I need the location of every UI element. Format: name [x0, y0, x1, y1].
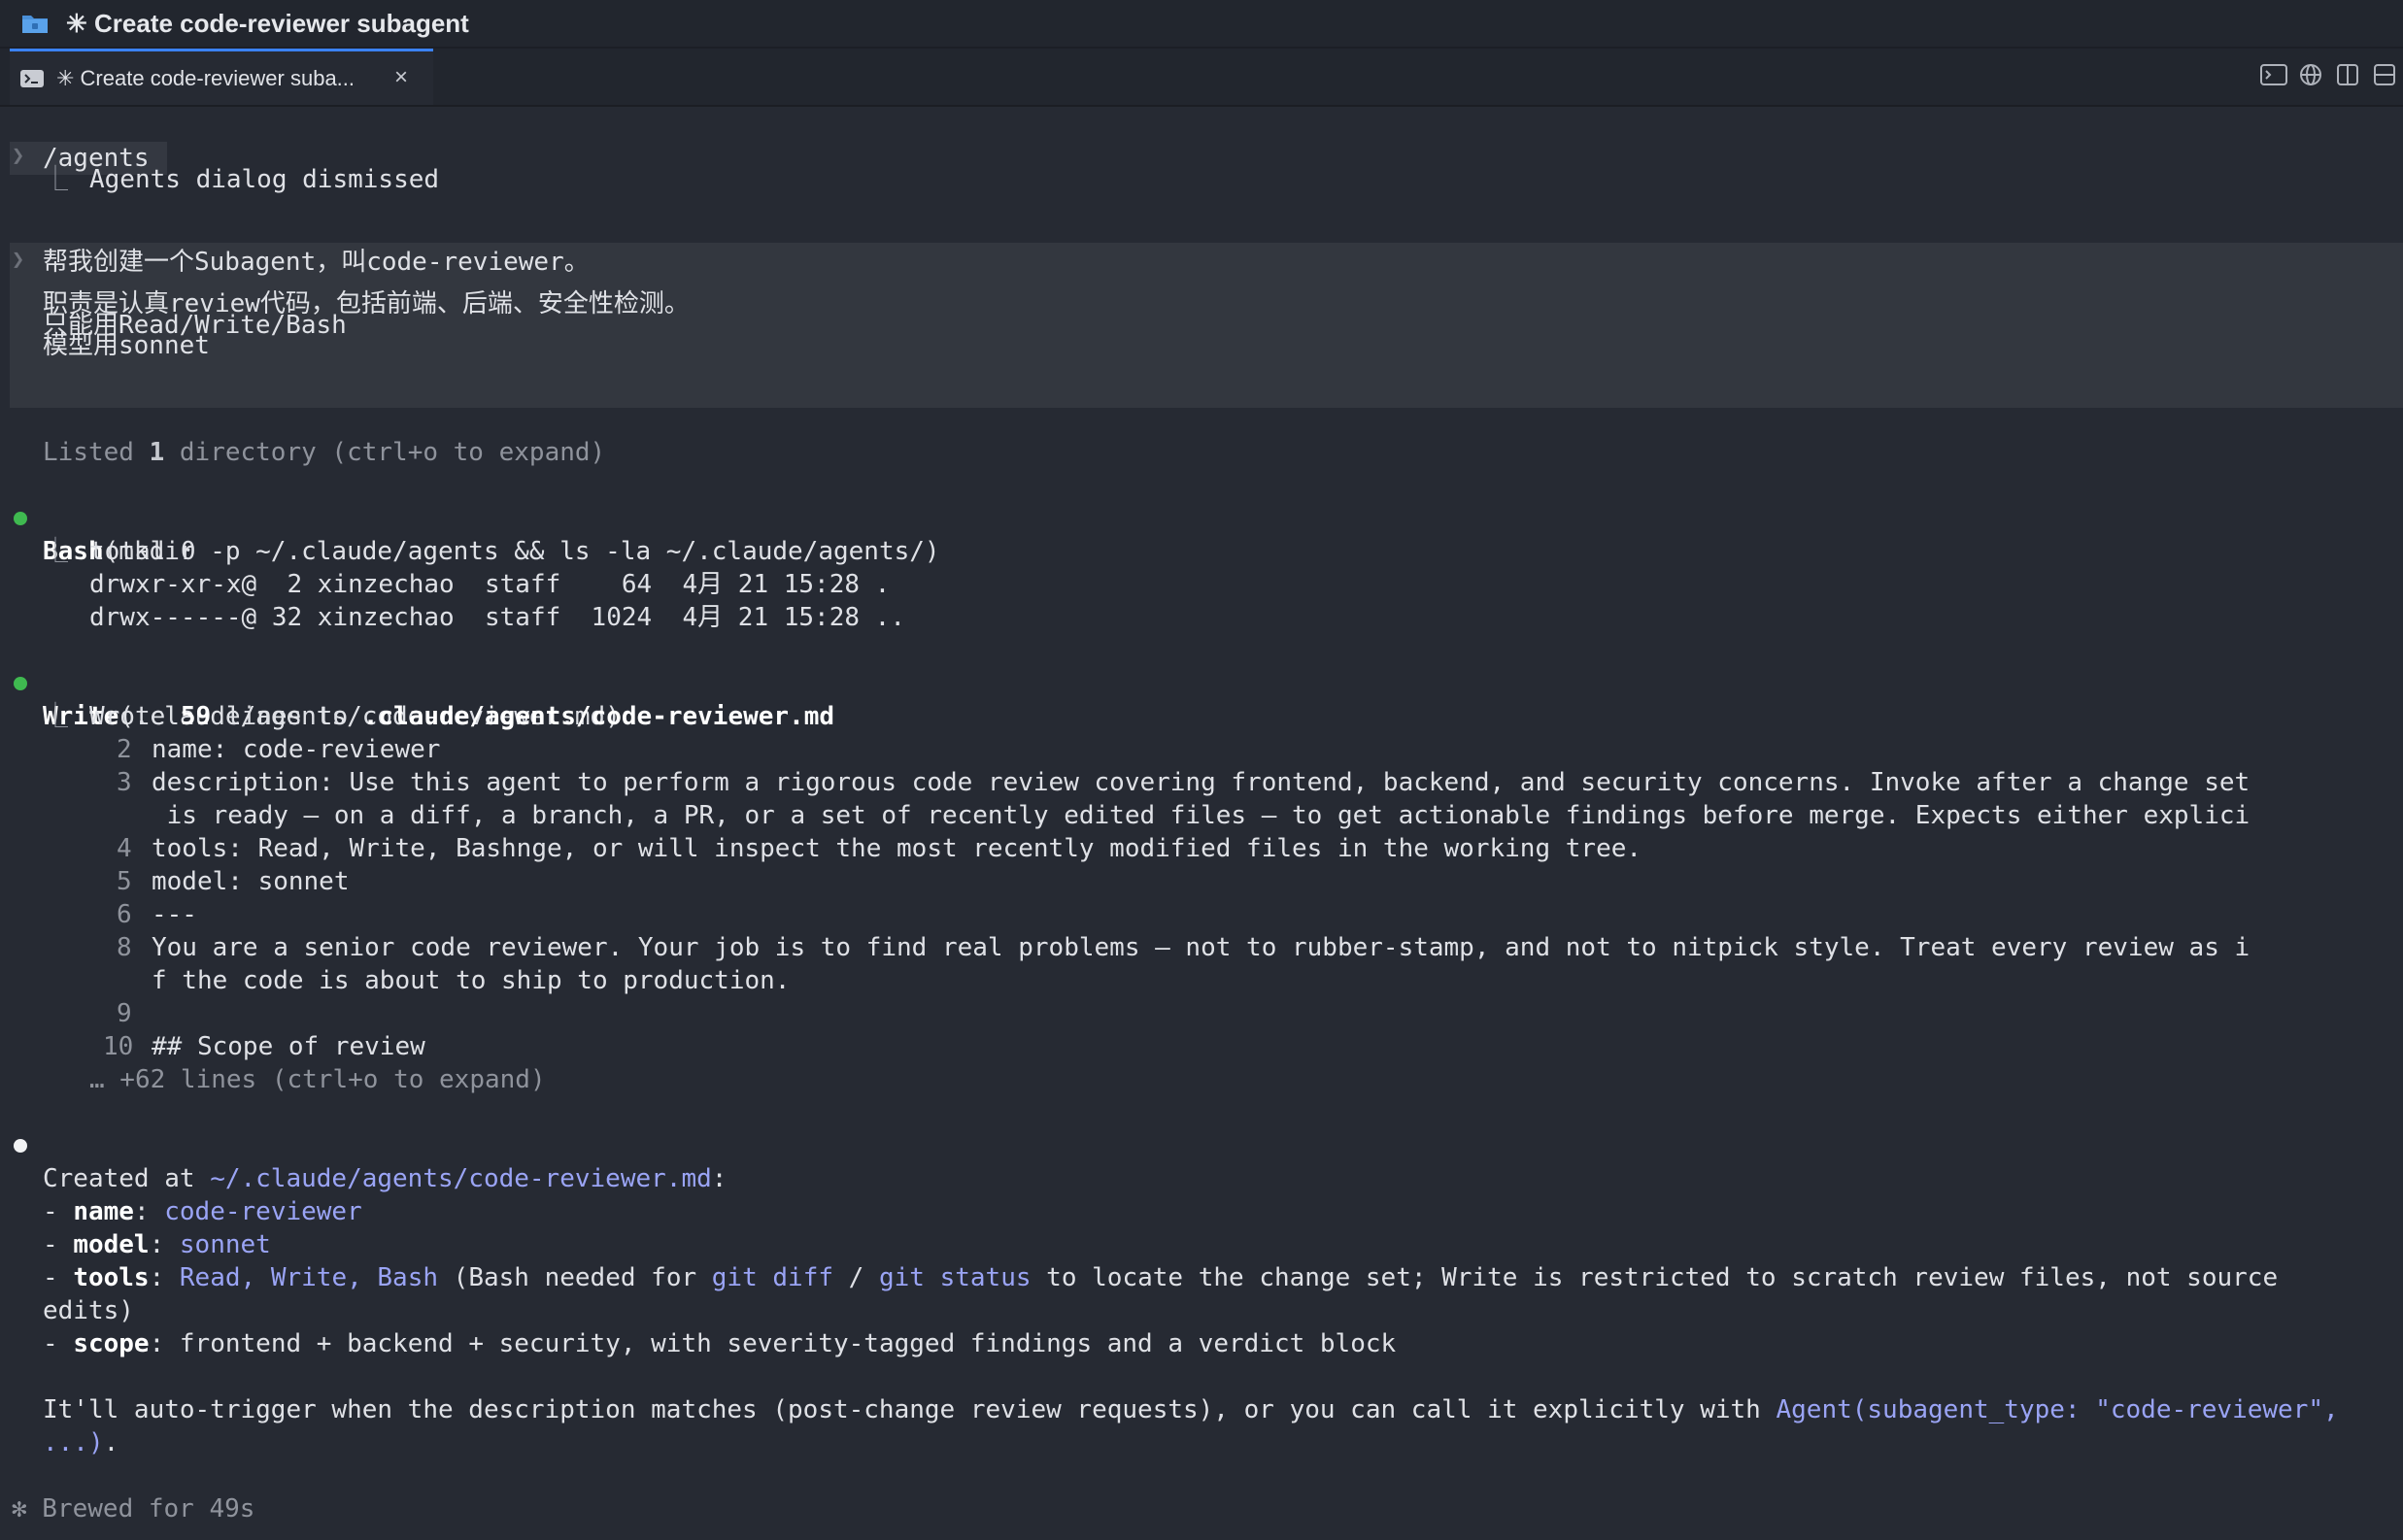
file-line: name: code-reviewer — [152, 735, 441, 764]
line-number: 4 — [117, 834, 132, 863]
created-line: Created at ~/.claude/agents/code-reviewe… — [0, 1129, 971, 1193]
line-number: 6 — [117, 900, 132, 929]
summary-model: - model: sonnet — [43, 1230, 271, 1259]
summary-name: - name: code-reviewer — [43, 1197, 362, 1226]
prompt-line: 模型用sonnet — [43, 331, 210, 360]
file-line: You are a senior code reviewer. Your job… — [152, 933, 2251, 962]
summary-tools-cont: edits) — [43, 1296, 134, 1325]
file-line: is ready — on a diff, a branch, a PR, or… — [152, 801, 2251, 830]
chevron-right-icon: ❯ — [12, 144, 25, 168]
bash-output: total 0 — [89, 537, 196, 566]
terminal-icon — [19, 69, 45, 88]
split-horizontal-icon[interactable] — [2366, 64, 2403, 89]
status-dot — [14, 512, 27, 525]
bash-output: drwx------@ 32 xinzechao staff 1024 4月 2… — [89, 603, 905, 632]
terminal-icon[interactable] — [2255, 64, 2292, 89]
listed-line: Listed 1 directory (ctrl+o to expand) — [43, 438, 606, 467]
branch-icon: ⎿ — [43, 165, 69, 194]
brewed-status: ✻ Brewed for 49s — [12, 1494, 255, 1523]
window-titlebar: ✳ Create code-reviewer subagent — [0, 0, 2403, 49]
globe-icon[interactable] — [2292, 63, 2329, 90]
summary-tools: - tools: Read, Write, Bash (Bash needed … — [43, 1263, 2279, 1292]
write-tool-line: Write(.claude/agents/code-reviewer.md) — [0, 667, 1166, 731]
branch-icon: ⎿ — [43, 702, 69, 731]
branch-icon: ⎿ — [43, 537, 69, 566]
file-line: --- — [152, 900, 197, 929]
auto-trigger-line: It'll auto-trigger when the description … — [43, 1395, 2339, 1424]
toolbar-icons — [2255, 49, 2403, 105]
file-line: model: sonnet — [152, 867, 350, 896]
file-line: f the code is about to ship to productio… — [152, 966, 791, 995]
file-line: ## Scope of review — [152, 1032, 425, 1061]
prompt-line: 帮我创建一个Subagent，叫code-reviewer。 — [43, 248, 590, 277]
file-line: description: Use this agent to perform a… — [152, 768, 2251, 797]
bash-tool-line: Bash(mkdir -p ~/.claude/agents && ls -la… — [0, 502, 1166, 566]
command-result: Agents dialog dismissed — [89, 165, 440, 194]
close-icon[interactable]: × — [394, 64, 408, 91]
tab-label: ✳ Create code-reviewer suba... — [56, 65, 355, 90]
line-number: 10 — [103, 1032, 134, 1061]
split-vertical-icon[interactable] — [2329, 64, 2366, 89]
line-number: 8 — [117, 933, 132, 962]
auto-trigger-line-cont: ...). — [43, 1428, 119, 1457]
tab-terminal[interactable]: ✳ Create code-reviewer suba... × — [10, 49, 433, 105]
chevron-right-icon: ❯ — [12, 248, 25, 272]
line-number: 5 — [117, 867, 132, 896]
status-dot — [14, 1139, 27, 1153]
folder-icon — [21, 13, 49, 34]
write-summary: Wrote 59 lines to .claude/agents/code-re… — [89, 702, 835, 731]
file-line: tools: Read, Write, Bashnge, or will ins… — [152, 834, 1642, 863]
bash-output: drwxr-xr-x@ 2 xinzechao staff 64 4月 21 1… — [89, 570, 891, 599]
expand-hint[interactable]: … +62 lines (ctrl+o to expand) — [89, 1063, 546, 1096]
summary-scope: - scope: frontend + backend + security, … — [43, 1329, 1397, 1358]
line-number: 2 — [117, 735, 132, 764]
terminal-output[interactable]: ❯ /agents ⎿ Agents dialog dismissed ❯ 帮我… — [0, 107, 2403, 1540]
tab-bar: ✳ Create code-reviewer suba... × — [0, 49, 2403, 107]
line-number: 3 — [117, 768, 132, 797]
window-title: ✳ Create code-reviewer subagent — [66, 8, 469, 38]
status-dot — [14, 677, 27, 690]
line-number: 9 — [117, 999, 132, 1028]
